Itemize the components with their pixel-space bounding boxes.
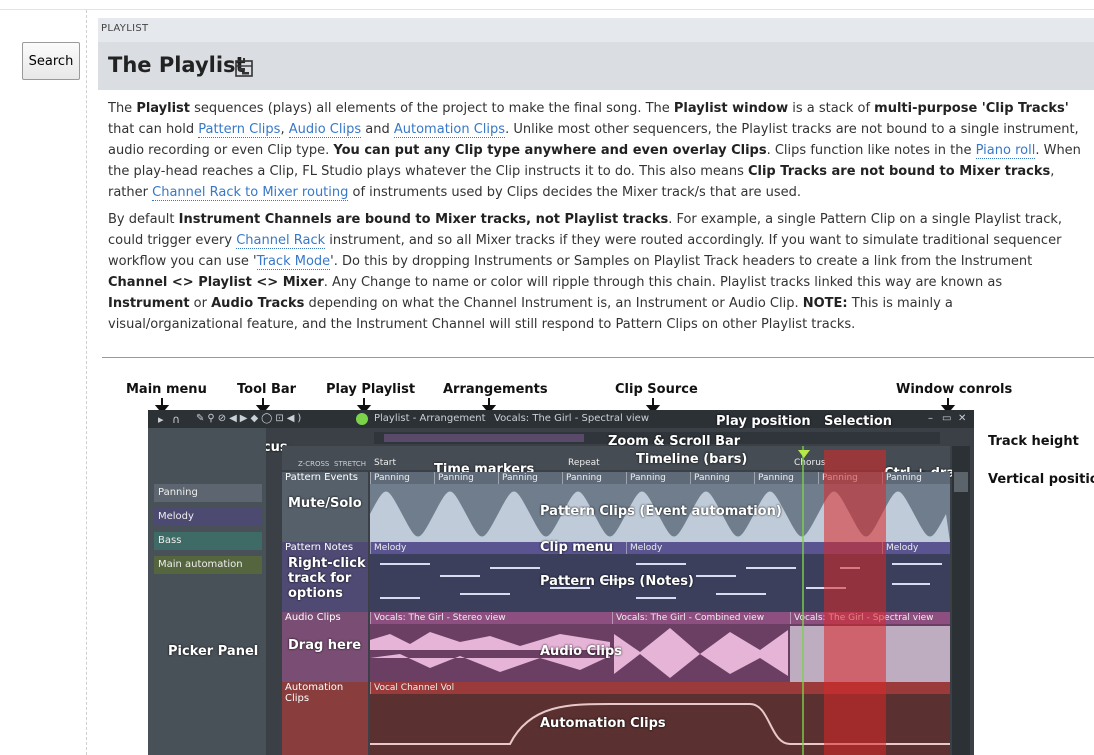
annotation-audio-clips: Audio Clips: [540, 644, 623, 659]
left-sidebar: Search: [0, 10, 87, 755]
search-button[interactable]: Search: [22, 42, 80, 80]
track-label: Automation Clips: [285, 682, 344, 704]
annotation-tool-bar: Tool Bar: [237, 382, 297, 397]
marker-repeat[interactable]: Repeat: [568, 458, 600, 468]
annotation-window-controls: Window conrols: [896, 382, 1013, 397]
link-pattern-clips[interactable]: Pattern Clips: [198, 122, 281, 138]
track-label: Pattern Notes: [285, 542, 354, 553]
link-channel-rack-mixer-routing[interactable]: Channel Rack to Mixer routing: [152, 185, 349, 201]
picker-item-melody[interactable]: Melody: [154, 508, 262, 526]
picker-item-main-automation[interactable]: Main automation: [154, 556, 262, 574]
close-icon[interactable]: ✕: [958, 413, 966, 424]
clip-vocal-combined: Vocals: The Girl - Combined view: [612, 612, 764, 624]
section-divider: [102, 357, 1094, 358]
track-header-pattern-notes[interactable]: Pattern Notes Right-click track for opti…: [282, 542, 368, 612]
article-body: The Playlist sequences (plays) all eleme…: [98, 90, 1094, 335]
clip-melody: Melody: [370, 542, 406, 554]
track-label: Pattern Events: [285, 472, 359, 483]
marker-start[interactable]: Start: [374, 458, 396, 468]
clip-panning: Panning: [370, 472, 410, 484]
stretch-toggle[interactable]: STRETCH: [334, 460, 366, 468]
section-title-bar: The Playlist: [98, 42, 1094, 90]
picker-item-bass[interactable]: Bass: [154, 532, 262, 550]
page-title: The Playlist: [108, 53, 246, 77]
clip-vocal-channel-vol: Vocal Channel Vol: [370, 682, 454, 694]
clip-panning: Panning: [626, 472, 666, 484]
picker-panel[interactable]: Panning Melody Bass Main automation Pick…: [148, 428, 266, 755]
playlist-icon: [235, 58, 253, 77]
paragraph-default-binding: By default Instrument Channels are bound…: [108, 212, 1063, 332]
menu-arrow-icon[interactable]: ▸: [158, 413, 164, 426]
clip-panning: Panning: [434, 472, 474, 484]
link-track-mode[interactable]: Track Mode: [256, 254, 331, 270]
main-content: PLAYLIST The Playlist The Playlist seque…: [98, 18, 1094, 341]
arrangement-title[interactable]: Playlist - Arrangement: [374, 413, 486, 424]
section-label: PLAYLIST: [101, 23, 149, 34]
annotation-main-menu: Main menu: [126, 382, 207, 397]
clip-panning: Panning: [754, 472, 794, 484]
annotation-clip-menu: Clip menu: [540, 540, 614, 555]
annotation-selection: Selection: [824, 414, 893, 429]
annotation-right-click: Right-click track for options: [288, 556, 366, 601]
annotation-clip-source: Clip Source: [615, 382, 698, 397]
play-position-marker[interactable]: [802, 446, 804, 755]
minimize-icon[interactable]: –: [928, 413, 933, 424]
annotation-picker-panel: Picker Panel: [168, 644, 259, 659]
clip-source-title[interactable]: Vocals: The Girl - Spectral view: [494, 413, 649, 424]
link-audio-clips[interactable]: Audio Clips: [288, 122, 362, 138]
clip-panning: Panning: [882, 472, 922, 484]
clip-vocal-stereo: Vocals: The Girl - Stereo view: [370, 612, 506, 624]
link-piano-roll[interactable]: Piano roll: [975, 143, 1036, 159]
toolbar-icons[interactable]: ✎⚲⊘◀▶◆◯⊡◀): [196, 413, 304, 424]
clip-melody: Melody: [626, 542, 662, 554]
annotation-automation-clips: Automation Clips: [540, 716, 666, 731]
track-header-automation-clips[interactable]: Automation Clips: [282, 682, 368, 755]
link-automation-clips[interactable]: Automation Clips: [393, 122, 506, 138]
maximize-icon[interactable]: ▭: [942, 413, 951, 424]
magnet-icon[interactable]: ∩: [172, 413, 180, 426]
vertical-scrollbar[interactable]: [952, 446, 970, 755]
marker-chorus[interactable]: Chorus: [794, 458, 826, 468]
annotation-vertical-position: Vertical position: [988, 472, 1094, 487]
top-divider: [0, 9, 1094, 10]
clip-panning: Panning: [562, 472, 602, 484]
annotation-pattern-clips-notes: Pattern Clips (Notes): [540, 574, 694, 589]
annotation-pattern-clips-event: Pattern Clips (Event automation): [540, 504, 782, 519]
annotation-track-height: Track height: [988, 434, 1079, 449]
vertical-scroll-handle[interactable]: [954, 472, 968, 492]
track-label: Audio Clips: [285, 612, 341, 623]
play-head-icon[interactable]: [798, 450, 810, 458]
paragraph-intro: The Playlist sequences (plays) all eleme…: [108, 101, 1081, 201]
selection-region[interactable]: [824, 450, 886, 755]
playlist-figure: Main menu Tool Bar Play Playlist Arrange…: [102, 372, 1094, 755]
clip-panning: Panning: [690, 472, 730, 484]
zoom-scroll-handle[interactable]: [384, 434, 584, 442]
zcross-toggle[interactable]: Z-CROSS: [298, 460, 329, 468]
clip-melody: Melody: [882, 542, 918, 554]
picker-item-panning[interactable]: Panning: [154, 484, 262, 502]
track-header-pattern-events[interactable]: Pattern Events Mute/Solo: [282, 472, 368, 542]
link-channel-rack[interactable]: Channel Rack: [236, 233, 326, 249]
annotation-play-position: Play position: [716, 414, 811, 429]
annotation-mute-solo: Mute/Solo: [288, 496, 362, 511]
annotation-timeline: Timeline (bars): [636, 452, 748, 467]
annotation-play-playlist: Play Playlist: [326, 382, 416, 397]
annotation-arrangements: Arrangements: [443, 382, 548, 397]
play-playlist-icon[interactable]: [356, 413, 368, 425]
section-header: PLAYLIST The Playlist: [98, 18, 1094, 90]
annotation-drag-here: Drag here: [288, 638, 362, 653]
clip-panning: Panning: [498, 472, 538, 484]
track-header-audio-clips[interactable]: Audio Clips Drag here: [282, 612, 368, 682]
